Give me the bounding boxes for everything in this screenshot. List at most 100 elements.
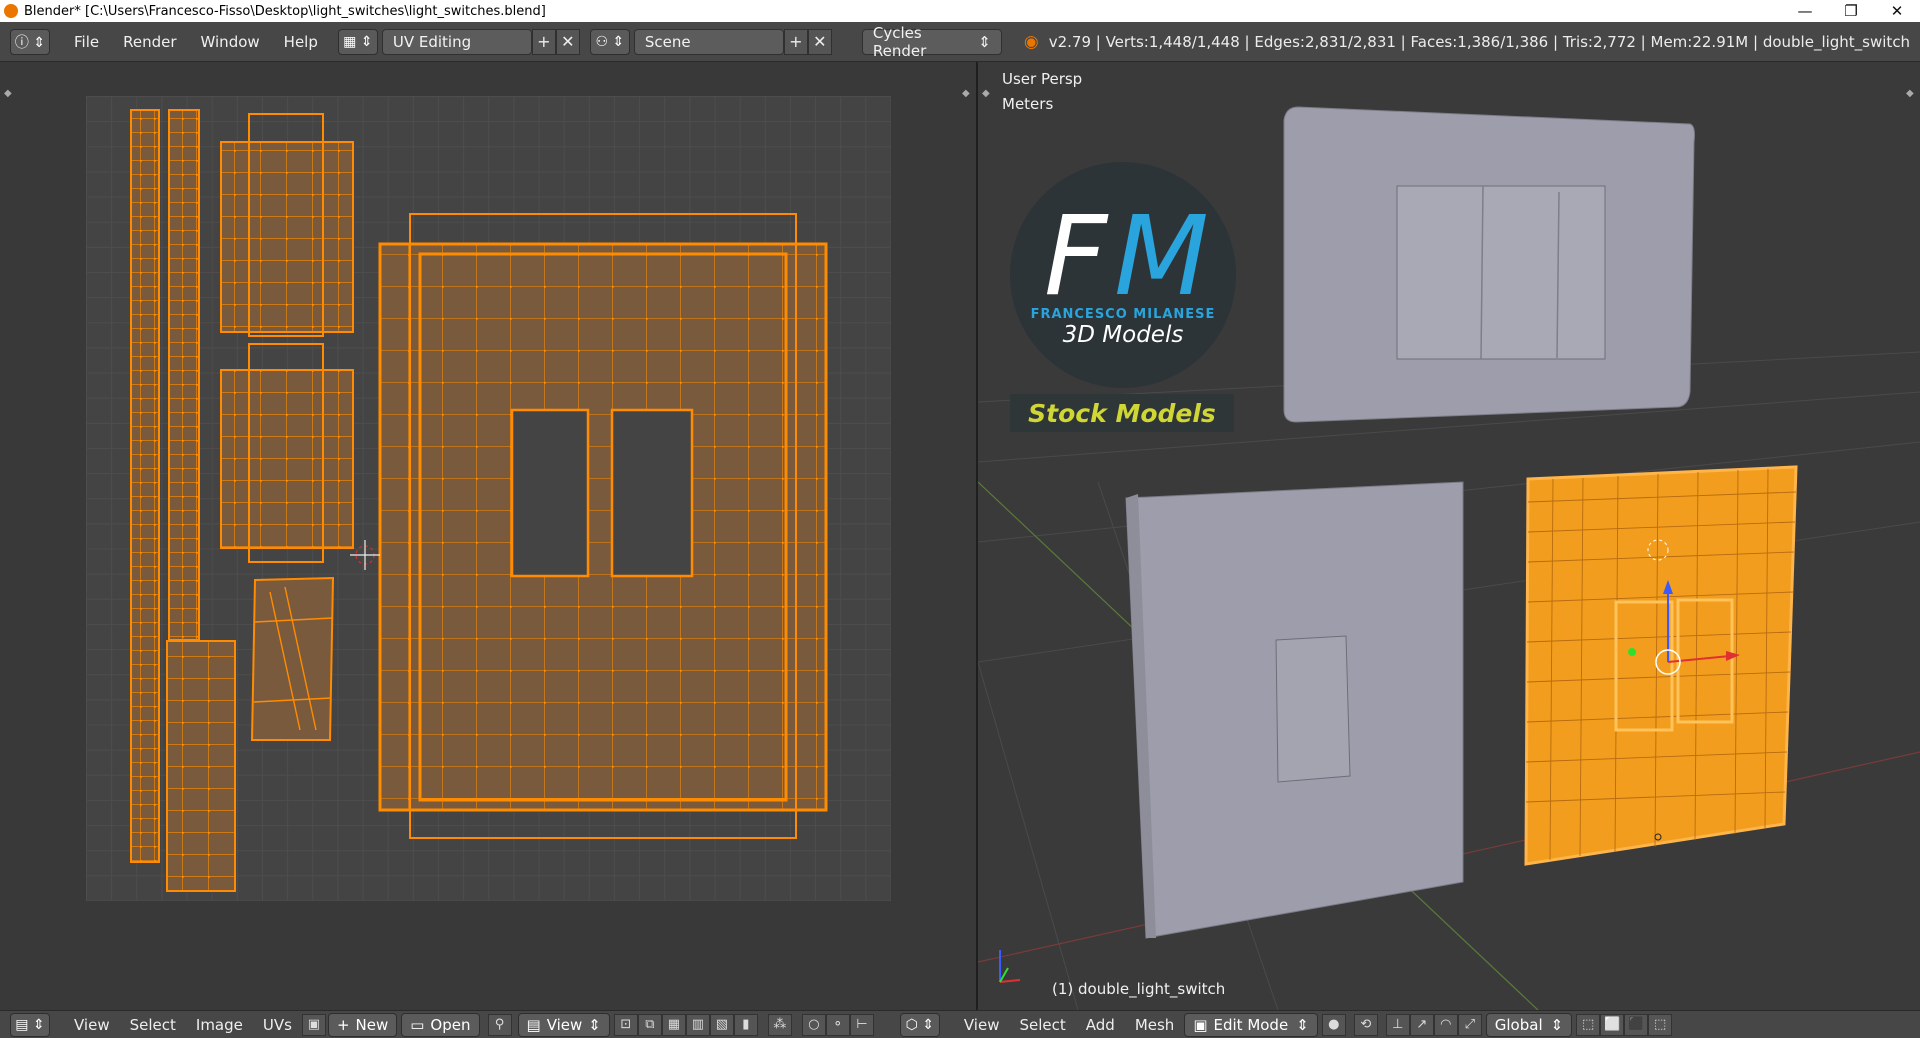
chevron-updown-icon: ⇕ (978, 32, 991, 51)
open-image-button[interactable]: ▭ Open (401, 1012, 480, 1037)
chevron-updown-icon: ⇕ (588, 1015, 601, 1034)
limit-selection-icon[interactable]: ⬚ (1648, 1013, 1673, 1036)
open-image-label: Open (430, 1015, 471, 1034)
view-name-label: User Persp (1002, 70, 1083, 88)
screen-layout-icon-button[interactable]: ▦ ⇕ (337, 28, 378, 55)
snap-icon[interactable]: ⚬ (825, 1013, 850, 1036)
window-title: Blender* [C:\Users\Francesco-Fisso\Deskt… (24, 3, 546, 19)
uv-menu-select[interactable]: Select (130, 1016, 176, 1034)
vp-menu-select[interactable]: Select (1019, 1016, 1065, 1034)
face-mode-icon[interactable]: ⬛ (1624, 1013, 1649, 1036)
add-screen-button[interactable]: + (531, 28, 556, 55)
x-icon: ✕ (561, 32, 575, 51)
units-label: Meters (1002, 95, 1054, 113)
3d-view-icon: ⬡ ⇕ (905, 1016, 935, 1033)
pivot-icon[interactable]: ⊡ (613, 1013, 638, 1036)
minimize-button[interactable]: — (1782, 2, 1828, 20)
add-scene-button[interactable]: + (783, 28, 808, 55)
render-engine-label: Cycles Render (872, 23, 927, 60)
uv-island-strip-1 (130, 109, 160, 863)
translate-icon[interactable]: ↗ (1409, 1013, 1434, 1036)
manipulator-toggle-icon[interactable]: ⊥ (1385, 1013, 1410, 1036)
scale-icon[interactable]: ⤢ (1457, 1013, 1482, 1036)
plus-icon: + (537, 32, 551, 51)
uv-menu-uvs[interactable]: UVs (263, 1016, 292, 1034)
image-editor-icon: ▤ ⇕ (15, 1016, 45, 1033)
info-icon: ⓘ ⇕ (14, 34, 46, 51)
pivot-point-icon[interactable]: ⟲ (1353, 1013, 1378, 1036)
close-button[interactable]: ✕ (1874, 2, 1920, 20)
folder-icon: ▭ (410, 1015, 425, 1034)
delete-scene-button[interactable]: ✕ (807, 28, 832, 55)
menu-window[interactable]: Window (201, 33, 260, 51)
interaction-mode-dropdown[interactable]: ▣ Edit Mode ⇕ (1184, 1012, 1318, 1037)
scene-icon-button[interactable]: ⚇ ⇕ (589, 28, 630, 55)
menu-help[interactable]: Help (284, 33, 318, 51)
new-image-label: New (355, 1015, 389, 1034)
image-browse-button[interactable]: ▣ (301, 1013, 326, 1036)
uv-islands[interactable] (0, 62, 976, 1010)
region-expand-icon[interactable]: ◆ (962, 88, 970, 99)
edge-select-icon[interactable]: ▥ (685, 1013, 710, 1036)
uv-island-button-1 (220, 113, 354, 337)
window-titlebar: Blender* [C:\Users\Francesco-Fisso\Deskt… (0, 0, 1920, 22)
mesh-double-light-switch-edit (1524, 465, 1798, 866)
island-select-icon[interactable]: ▮ (733, 1013, 758, 1036)
info-header: ⓘ ⇕ File Render Window Help ▦ ⇕ UV Editi… (0, 22, 1920, 62)
fm-logo-badge: F M FRANCESCO MILANESE 3D Models (1010, 162, 1236, 388)
active-object-label: (1) double_light_switch (1052, 980, 1226, 998)
uv-2d-cursor-icon (350, 540, 380, 570)
rotate-icon[interactable]: ◠ (1433, 1013, 1458, 1036)
menu-render[interactable]: Render (123, 33, 176, 51)
blender-logo-icon (4, 4, 18, 18)
vertex-mode-icon[interactable]: ⬚ (1576, 1013, 1601, 1036)
scene-field[interactable]: Scene (633, 28, 784, 55)
view-mode-icon: ▤ (526, 1015, 541, 1034)
pin-icon[interactable]: ⚲ (487, 1013, 512, 1036)
vp-menu-mesh[interactable]: Mesh (1135, 1016, 1175, 1034)
uv-image-editor[interactable]: ◆ ◆ (0, 62, 976, 1010)
chevron-updown-icon: ⇕ (1296, 1015, 1309, 1034)
sticky-mode-icon[interactable]: ⁂ (767, 1013, 792, 1036)
edge-mode-icon[interactable]: ⬜ (1600, 1013, 1625, 1036)
scene-statistics: v2.79 | Verts:1,448/1,448 | Edges:2,831/… (1048, 32, 1911, 51)
mesh-triple-switch-plate (1283, 106, 1695, 423)
uv-editor-type-button[interactable]: ▤ ⇕ (10, 1012, 50, 1037)
viewport-shading-icon[interactable]: ● (1321, 1013, 1346, 1036)
delete-screen-button[interactable]: ✕ (555, 28, 580, 55)
uv-island-button-2 (220, 343, 354, 563)
uv-menu-image[interactable]: Image (196, 1016, 243, 1034)
x-icon: ✕ (813, 32, 827, 51)
logo-name: FRANCESCO MILANESE (1030, 307, 1216, 322)
screen-layout-field[interactable]: UV Editing (381, 28, 532, 55)
region-expand-icon[interactable]: ◆ (1906, 88, 1914, 99)
logo-letter-f: F (1044, 192, 1107, 320)
vp-menu-add[interactable]: Add (1086, 1016, 1115, 1034)
logo-letter-m: M (1114, 192, 1209, 320)
vertex-select-icon[interactable]: ▦ (661, 1013, 686, 1036)
transform-orientation-dropdown[interactable]: Global ⇕ (1485, 1012, 1573, 1037)
snap-target-icon[interactable]: ⊢ (849, 1013, 874, 1036)
new-image-button[interactable]: + New (327, 1012, 398, 1037)
mesh-single-switch-plate (1125, 481, 1464, 939)
sync-selection-icon[interactable]: ⧉ (637, 1013, 662, 1036)
render-engine-dropdown[interactable]: Cycles Render ⇕ (861, 24, 1002, 60)
uv-island-strip-3 (166, 640, 236, 892)
edit-mode-icon: ▣ (1193, 1015, 1208, 1034)
vp-menu-view[interactable]: View (964, 1016, 1000, 1034)
image-browse-icon: ▣ (307, 1017, 321, 1032)
uv-view-mode-dropdown[interactable]: ▤ View ⇕ (517, 1012, 610, 1037)
plus-icon: + (789, 32, 803, 51)
region-expand-icon[interactable]: ◆ (4, 88, 12, 99)
orientation-label: Global (1494, 1015, 1543, 1034)
uv-island-strip-2 (168, 109, 200, 641)
3d-view-editor-type-button[interactable]: ⬡ ⇕ (899, 1012, 940, 1037)
uv-menu-view[interactable]: View (74, 1016, 110, 1034)
editor-type-button[interactable]: ⓘ ⇕ (10, 28, 50, 55)
logo-subtitle: 3D Models (1062, 322, 1184, 348)
restore-button[interactable]: ❐ (1828, 2, 1874, 20)
region-expand-icon[interactable]: ◆ (982, 88, 990, 99)
menu-file[interactable]: File (74, 33, 99, 51)
proportional-edit-icon[interactable]: ○ (801, 1013, 826, 1036)
face-select-icon[interactable]: ▧ (709, 1013, 734, 1036)
